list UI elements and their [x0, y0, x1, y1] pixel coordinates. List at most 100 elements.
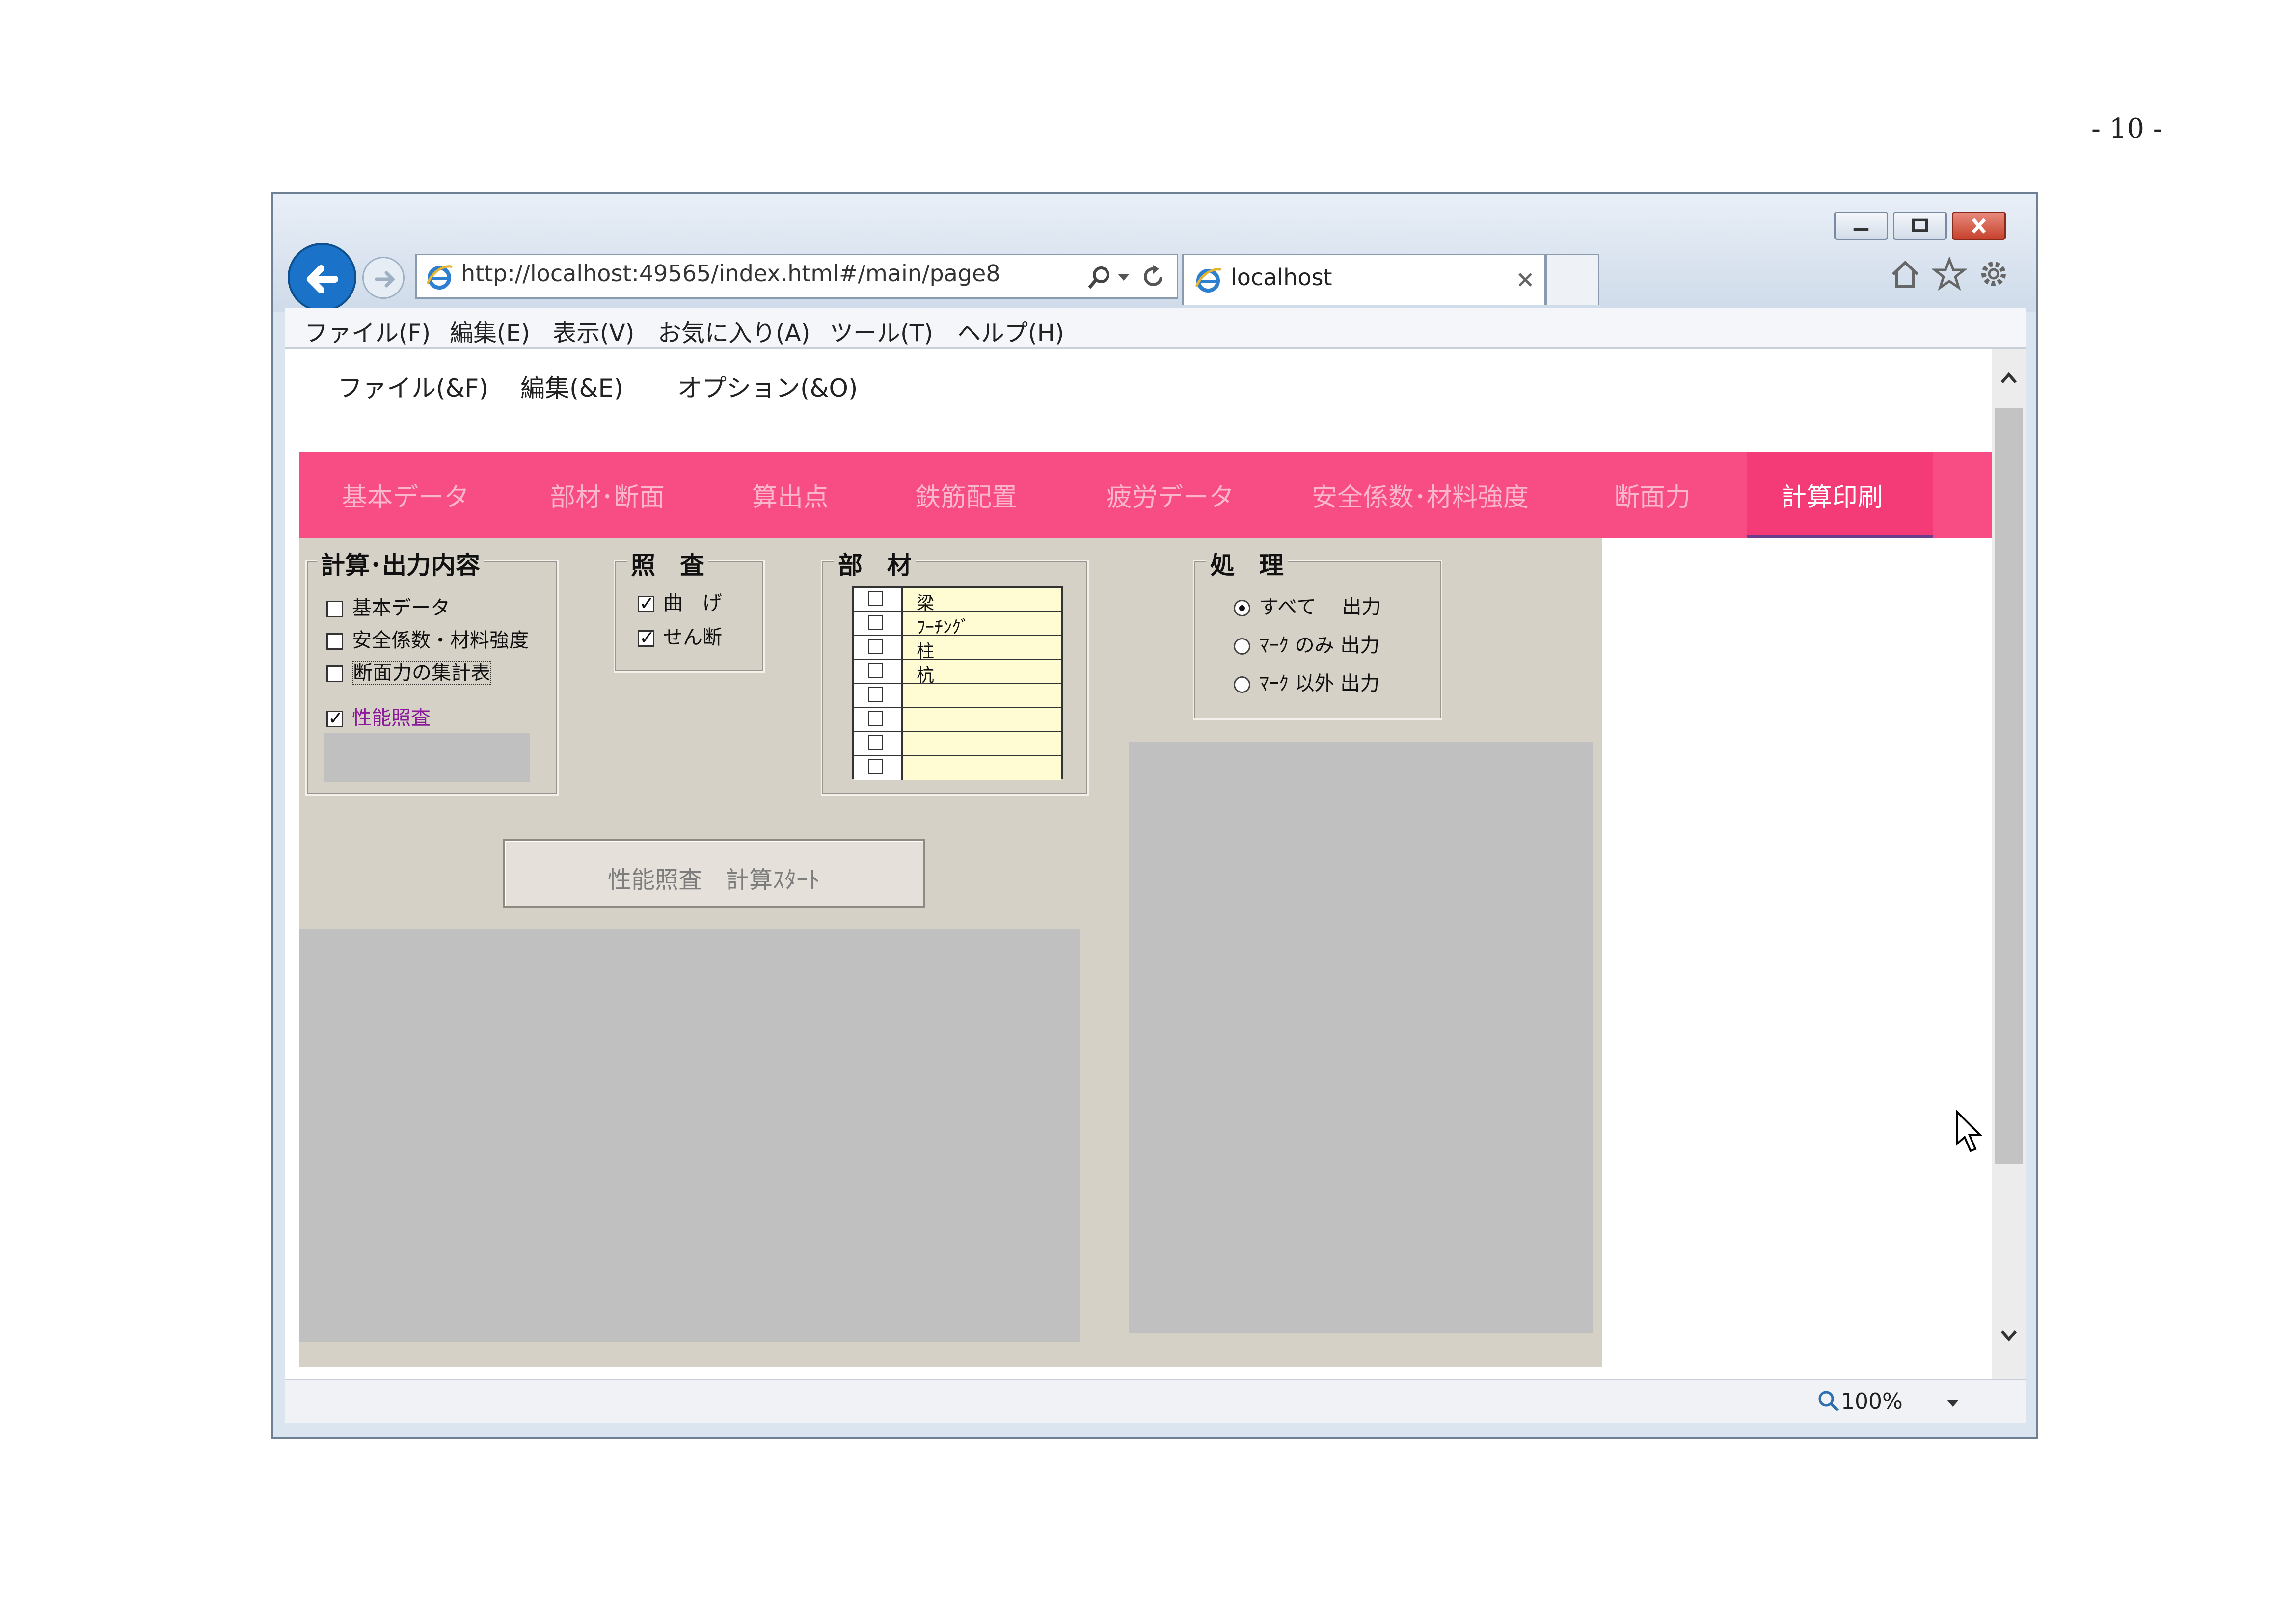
- checkbox-box[interactable]: [326, 707, 344, 729]
- main-nav: 基本データ 部材･断面 算出点 鉄筋配置 疲労データ 安全係数･材料強度 断面力…: [299, 452, 1993, 538]
- tab-rebar-layout[interactable]: 鉄筋配置: [915, 477, 1017, 513]
- restore-button[interactable]: [1893, 212, 1947, 240]
- checkbox-box[interactable]: [868, 735, 883, 750]
- menu-tools[interactable]: ツール(T): [830, 314, 933, 348]
- radio-label: すべて 出力: [1259, 596, 1381, 618]
- member-label: 杭: [917, 665, 935, 686]
- checkbox-basic-data[interactable]: 基本データ: [326, 592, 450, 620]
- members-group: 部 材 梁 ﾌｰﾁﾝｸﾞ 柱 杭: [821, 546, 1089, 796]
- tab-basic-data[interactable]: 基本データ: [342, 477, 469, 513]
- checkbox-box[interactable]: [868, 663, 883, 678]
- tab-fatigue-data[interactable]: 疲労データ: [1107, 477, 1234, 513]
- tab-calc-print[interactable]: 計算印刷: [1781, 477, 1883, 513]
- checkbox-box[interactable]: [638, 592, 655, 614]
- zoom-dropdown-icon[interactable]: [1944, 1395, 1962, 1412]
- tab-section-forces[interactable]: 断面力: [1614, 477, 1691, 513]
- close-tab-icon[interactable]: [1515, 270, 1535, 290]
- radio-button[interactable]: [1234, 676, 1250, 693]
- zoom-icon: [1818, 1391, 1839, 1412]
- member-row[interactable]: 梁: [854, 588, 1061, 613]
- radio-button[interactable]: [1234, 600, 1250, 616]
- scroll-down-icon[interactable]: [1999, 1326, 2019, 1345]
- checkbox-bending[interactable]: 曲 げ: [638, 587, 722, 615]
- member-label: 梁: [917, 593, 935, 613]
- checkbox-safety-factors[interactable]: 安全係数・材料強度: [326, 624, 529, 653]
- menu-edit[interactable]: 編集(E): [450, 314, 530, 348]
- close-window-button[interactable]: [1952, 212, 2006, 240]
- calc-output-group: 計算･出力内容 基本データ 安全係数・材料強度 断面力の集計表 性能照査: [305, 546, 559, 796]
- search-icon[interactable]: [1084, 263, 1114, 293]
- tab-safety-factors[interactable]: 安全係数･材料強度: [1312, 477, 1529, 513]
- checkbox-box[interactable]: [326, 633, 343, 650]
- page-content: ファイル(&F) 編集(&E) オプション(&O) 基本データ 部材･断面 算出…: [285, 349, 2026, 1379]
- checkbox-box[interactable]: [868, 615, 883, 630]
- checkbox-box[interactable]: [868, 591, 883, 606]
- radio-label: ﾏｰｸ 以外 出力: [1259, 672, 1380, 695]
- member-row[interactable]: ﾌｰﾁﾝｸﾞ: [854, 612, 1061, 638]
- calc-start-button[interactable]: 性能照査 計算ｽﾀｰﾄ: [503, 839, 925, 908]
- back-button[interactable]: [288, 243, 356, 312]
- page-number: - 10 -: [2091, 113, 2162, 145]
- members-title: 部 材: [834, 546, 916, 581]
- restore-icon: [1912, 218, 1928, 232]
- checkbox-performance-check[interactable]: 性能照査: [326, 702, 431, 730]
- minimize-button[interactable]: [1834, 212, 1888, 240]
- checkbox-box[interactable]: [326, 601, 343, 617]
- log-output-area: [299, 929, 1080, 1342]
- dropdown-icon[interactable]: [1114, 267, 1134, 287]
- home-icon[interactable]: [1888, 257, 1922, 291]
- radio-button[interactable]: [1234, 638, 1250, 655]
- member-row[interactable]: 柱: [854, 636, 1061, 662]
- zoom-level[interactable]: 100%: [1841, 1389, 1903, 1414]
- tab-member-section[interactable]: 部材･断面: [550, 477, 665, 513]
- processing-title: 処 理: [1206, 546, 1288, 581]
- app-menu-options[interactable]: オプション(&O): [677, 369, 858, 404]
- member-row[interactable]: [854, 732, 1061, 756]
- checkbox-section-force-summary[interactable]: 断面力の集計表: [326, 657, 491, 685]
- app-menu-edit[interactable]: 編集(&E): [520, 369, 623, 404]
- tab-calc-points[interactable]: 算出点: [752, 477, 829, 513]
- new-tab-button[interactable]: [1545, 254, 1599, 305]
- menu-favorites[interactable]: お気に入り(A): [658, 314, 810, 348]
- calc-start-label: 性能照査 計算ｽﾀｰﾄ: [607, 866, 820, 894]
- settings-gear-icon[interactable]: [1976, 257, 2011, 291]
- radio-output-unmarked[interactable]: ﾏｰｸ 以外 出力: [1234, 667, 1379, 696]
- vertical-scrollbar[interactable]: [1992, 349, 2026, 1379]
- checkbox-shear[interactable]: せん断: [638, 621, 722, 650]
- members-grid[interactable]: 梁 ﾌｰﾁﾝｸﾞ 柱 杭: [852, 586, 1063, 780]
- radio-output-marked-only[interactable]: ﾏｰｸ のみ 出力: [1234, 629, 1379, 658]
- address-bar[interactable]: http://localhost:49565/index.html#/main/…: [415, 254, 1178, 299]
- menu-file[interactable]: ファイル(F): [304, 314, 431, 348]
- checkbox-box[interactable]: [638, 627, 655, 648]
- checkbox-box[interactable]: [868, 711, 883, 726]
- checkbox-box[interactable]: [326, 665, 343, 682]
- member-row[interactable]: [854, 708, 1061, 732]
- member-row[interactable]: [854, 756, 1061, 780]
- checkbox-box[interactable]: [868, 687, 883, 702]
- favorites-star-icon[interactable]: [1932, 257, 1967, 291]
- radio-label: ﾏｰｸ のみ 出力: [1259, 634, 1380, 657]
- checkbox-label: 断面力の集計表: [352, 661, 491, 685]
- checkbox-box[interactable]: [868, 639, 883, 654]
- menu-view[interactable]: 表示(V): [553, 314, 634, 348]
- app-menu-file[interactable]: ファイル(&F): [338, 369, 488, 404]
- checkbox-label: 性能照査: [352, 707, 431, 729]
- browser-window: http://localhost:49565/index.html#/main/…: [271, 192, 2038, 1439]
- title-bar: http://localhost:49565/index.html#/main/…: [273, 194, 2036, 312]
- checkbox-box[interactable]: [868, 759, 883, 774]
- member-row[interactable]: 杭: [854, 660, 1061, 686]
- member-label: 柱: [917, 641, 935, 662]
- scroll-thumb[interactable]: [1995, 408, 2023, 1164]
- inspection-group: 照 査 曲 げ せん断: [614, 546, 765, 673]
- browser-tab[interactable]: localhost: [1182, 254, 1545, 305]
- checkbox-label: せん断: [663, 626, 722, 649]
- radio-output-all[interactable]: すべて 出力: [1234, 591, 1381, 619]
- arrow-right-icon: [375, 271, 395, 288]
- scroll-up-icon[interactable]: [1999, 369, 2019, 388]
- inspection-title: 照 査: [627, 546, 708, 581]
- menu-help[interactable]: ヘルプ(H): [957, 314, 1064, 348]
- member-row[interactable]: [854, 684, 1061, 708]
- forward-button[interactable]: [362, 257, 405, 299]
- calc-output-title: 計算･出力内容: [317, 546, 484, 581]
- refresh-icon[interactable]: [1138, 262, 1168, 292]
